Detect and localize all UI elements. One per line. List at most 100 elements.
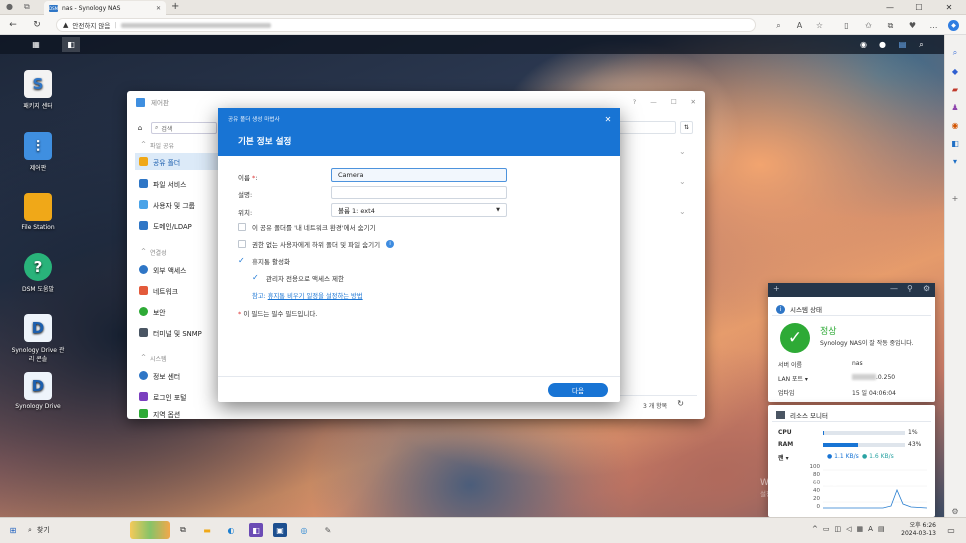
desktop-icon-dsm-help[interactable]: ? DSM 도움말 xyxy=(10,253,66,293)
notifications-icon[interactable]: ◉ xyxy=(856,37,871,52)
close-window-button[interactable]: ✕ xyxy=(936,1,962,14)
network-selector[interactable]: 랜 ▾ xyxy=(778,453,789,462)
sidebar-tools-icon[interactable]: ▰ xyxy=(949,83,961,95)
favorites-icon[interactable]: ✩ xyxy=(862,19,875,32)
refresh-icon[interactable]: ↻ xyxy=(30,18,44,32)
app-icon-circle[interactable]: ◎ xyxy=(297,523,311,537)
control-panel-search[interactable]: ⌕ 검색 xyxy=(151,122,217,134)
sidebar-outlook-icon[interactable]: ◧ xyxy=(949,137,961,149)
sidebar-item-security[interactable]: 보안 xyxy=(135,303,221,320)
copilot-icon[interactable]: ◆ xyxy=(948,20,959,31)
app-icon-pen[interactable]: ✎ xyxy=(321,523,335,537)
sidebar-item-domain[interactable]: 도메인/LDAP xyxy=(135,217,221,234)
address-bar[interactable]: ▲ 안전하지 않음 | xyxy=(56,18,756,32)
sidebar-search-icon[interactable]: ⌕ xyxy=(949,47,961,59)
admin-only-checkbox[interactable]: ✓ xyxy=(252,274,260,282)
desktop-icon-control-panel[interactable]: ⫶ 제어판 xyxy=(10,132,66,172)
admin-only-option[interactable]: ✓ 관리자 전용으로 액세스 제한 xyxy=(252,273,344,284)
app-icon-purple[interactable]: ◧ xyxy=(249,523,263,537)
info-icon[interactable]: i xyxy=(386,240,395,248)
sidebar-item-network[interactable]: 네트워크 xyxy=(135,282,221,299)
description-input[interactable] xyxy=(331,186,507,199)
desktop-icon-drive[interactable]: D Synology Drive xyxy=(10,372,66,410)
app-icon-blue[interactable]: ▣ xyxy=(273,523,287,537)
refresh-icon[interactable]: ↻ xyxy=(677,399,684,410)
user-icon[interactable]: ● xyxy=(875,37,890,52)
sidebar-item-file-services[interactable]: 파일 서비스 xyxy=(135,175,221,192)
profile-icon[interactable]: ● xyxy=(6,2,17,13)
row-expand-chevron-icon[interactable]: ⌄ xyxy=(679,177,686,186)
desktop-icon-package-center[interactable]: S 패키지 센터 xyxy=(10,70,66,110)
location-select[interactable]: 볼륨 1: ext4 ▼ xyxy=(331,203,507,217)
sidebar-games-icon[interactable]: ♟ xyxy=(949,101,961,113)
home-icon[interactable]: ⌂ xyxy=(134,122,146,134)
row-expand-chevron-icon[interactable]: ⌄ xyxy=(679,147,686,156)
text-size-icon[interactable]: A xyxy=(793,19,806,32)
favorite-star-icon[interactable]: ☆ xyxy=(813,19,826,32)
sort-icon[interactable]: ⇅ xyxy=(680,121,693,134)
start-icon[interactable]: ⊞ xyxy=(6,523,20,537)
sidebar-shopping-icon[interactable]: ◆ xyxy=(949,65,961,77)
desktop-icon-drive-admin[interactable]: D Synology Drive 관리 콘솔 xyxy=(10,314,66,363)
minimize-button[interactable]: — xyxy=(650,98,657,106)
wizard-close-icon[interactable]: ✕ xyxy=(603,114,613,124)
help-button[interactable]: ? xyxy=(633,98,636,106)
recycle-schedule-link[interactable]: 휴지통 비우기 일정을 설정하는 방법 xyxy=(268,293,363,300)
hide-subfolders-checkbox[interactable] xyxy=(238,240,246,248)
name-input[interactable]: Camera xyxy=(331,168,507,182)
desktop-icon-file-station[interactable]: File Station xyxy=(10,193,66,231)
sidebar-item-users[interactable]: 사용자 및 그룹 xyxy=(135,196,221,213)
edge-icon[interactable]: ◐ xyxy=(224,523,238,537)
sidebar-item-external-access[interactable]: 외부 액세스 xyxy=(135,261,221,278)
tray-chevron-icon[interactable]: ^ xyxy=(812,525,818,533)
sidebar-add-icon[interactable]: + xyxy=(949,192,961,204)
sidebar-item-login-portal[interactable]: 로그인 포털 xyxy=(135,388,221,405)
sidebar-drop-icon[interactable]: ▾ xyxy=(949,155,961,167)
sidebar-m365-icon[interactable]: ◉ xyxy=(949,119,961,131)
notification-center-icon[interactable]: ▭ xyxy=(944,523,958,537)
widget-add-icon[interactable]: + xyxy=(773,284,780,293)
tray-monitor-icon[interactable]: ▭ xyxy=(823,525,830,533)
group-connectivity[interactable]: ^ 연결성 xyxy=(141,248,167,257)
next-button[interactable]: 다음 xyxy=(548,383,608,397)
search-icon[interactable]: ⌕ xyxy=(914,37,929,52)
back-icon[interactable]: ← xyxy=(6,18,20,32)
new-tab-button[interactable]: + xyxy=(171,1,179,12)
sidebar-item-shared-folder[interactable]: 공유 폴더 xyxy=(135,153,221,170)
tray-network-icon[interactable]: ◫ xyxy=(835,525,842,533)
hide-folder-option[interactable]: 이 공유 폴더를 '내 네트워크 환경'에서 숨기기 xyxy=(238,222,376,232)
sidebar-item-regional[interactable]: 지역 옵션 xyxy=(135,409,221,419)
tray-language[interactable]: A xyxy=(868,525,873,533)
sidebar-settings-icon[interactable]: ⚙ xyxy=(949,505,961,517)
sidebar-item-terminal[interactable]: 터미널 및 SNMP xyxy=(135,324,221,341)
tray-keyboard-icon[interactable]: ▦ xyxy=(857,525,864,533)
sidebar-item-info-center[interactable]: 정보 센터 xyxy=(135,367,221,384)
maximize-window-button[interactable]: ☐ xyxy=(906,1,932,14)
group-system[interactable]: ^ 시스템 xyxy=(141,354,167,363)
clock[interactable]: 오후 6:26 2024-03-13 xyxy=(900,522,936,538)
file-explorer-icon[interactable]: ▬ xyxy=(200,523,214,537)
browser-tab-active[interactable]: DSM nas - Synology NAS ✕ xyxy=(44,1,166,15)
workspaces-icon[interactable]: ⧉ xyxy=(24,2,35,13)
tray-ime-icon[interactable]: ▤ xyxy=(878,525,885,533)
taskbar-search[interactable]: ⌕ 찾기 xyxy=(28,523,120,537)
extensions-icon[interactable]: ♥ xyxy=(906,19,919,32)
collections-icon[interactable]: ⧉ xyxy=(884,19,897,32)
read-aloud-icon[interactable]: ⌕ xyxy=(772,19,785,32)
hide-folder-checkbox[interactable] xyxy=(238,223,246,231)
tray-volume-icon[interactable]: ◁ xyxy=(846,525,851,533)
control-panel-task-icon[interactable]: ◧ xyxy=(62,37,80,52)
group-file-sharing[interactable]: ^ 파일 공유 xyxy=(141,141,174,150)
widget-minimize-icon[interactable]: — xyxy=(890,284,898,293)
hide-subfolders-option[interactable]: 권한 없는 사용자에게 하위 폴더 및 파일 숨기기 i xyxy=(238,239,395,249)
close-button[interactable]: ✕ xyxy=(691,98,696,106)
more-icon[interactable]: … xyxy=(927,19,940,32)
minimize-window-button[interactable]: — xyxy=(877,1,903,14)
task-view-icon[interactable]: ⧉ xyxy=(176,523,190,537)
recycle-bin-option[interactable]: ✓ 휴지통 활성화 xyxy=(238,256,290,267)
split-screen-icon[interactable]: ▯ xyxy=(840,19,853,32)
widget-settings-icon[interactable]: ⚙ xyxy=(923,284,930,293)
lan-port-key[interactable]: LAN 포트 ▾ xyxy=(778,374,808,383)
widget-pin-icon[interactable]: ⚲ xyxy=(907,284,913,293)
maximize-button[interactable]: ☐ xyxy=(671,98,677,106)
